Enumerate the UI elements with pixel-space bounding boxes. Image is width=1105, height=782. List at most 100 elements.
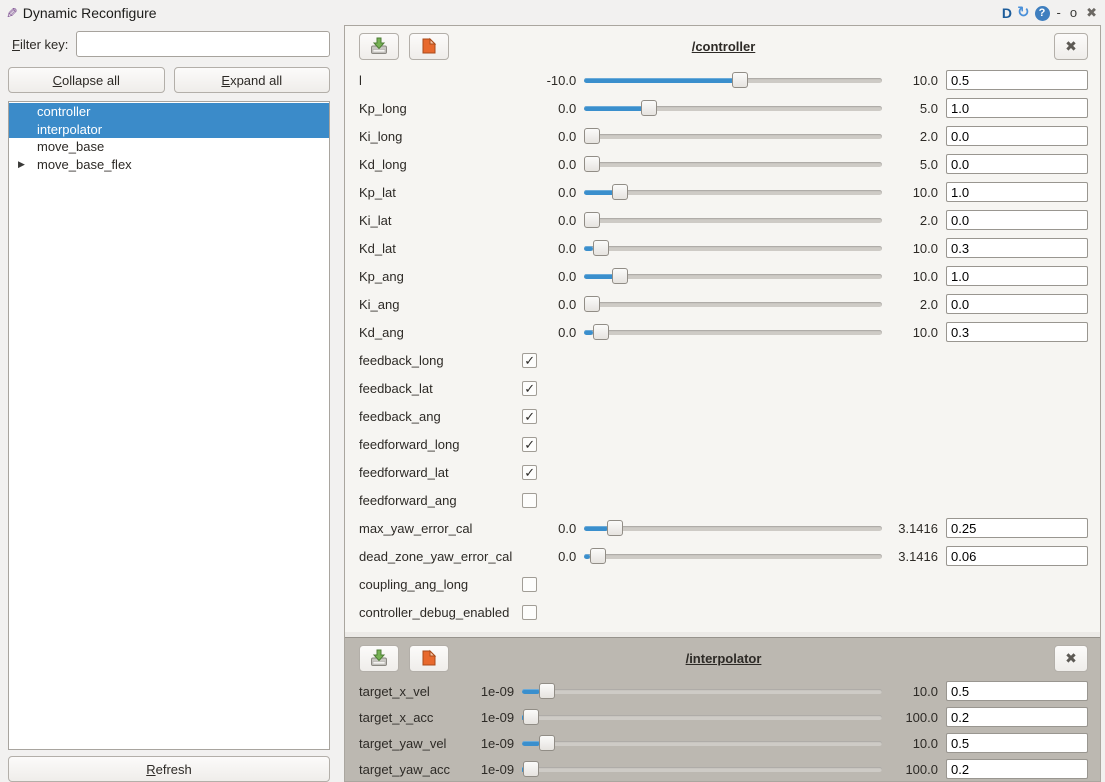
slider-handle[interactable]: [592, 324, 609, 340]
param-slider[interactable]: [584, 211, 882, 229]
minimize-button[interactable]: -: [1055, 5, 1063, 21]
collapse-all-button[interactable]: Collapse all: [8, 67, 165, 93]
param-checkbox[interactable]: [522, 576, 538, 592]
param-slider[interactable]: [522, 708, 882, 726]
slider-handle[interactable]: [522, 761, 539, 777]
param-slider[interactable]: [584, 99, 882, 117]
slider-groove[interactable]: [522, 689, 882, 694]
slider-groove[interactable]: [584, 190, 882, 195]
slider-groove[interactable]: [522, 767, 882, 772]
load-from-file-button[interactable]: [409, 644, 449, 672]
slider-handle[interactable]: [584, 296, 601, 312]
slider-handle[interactable]: [592, 240, 609, 256]
group-title-link[interactable]: /controller: [359, 39, 1088, 54]
save-to-file-button[interactable]: [359, 644, 399, 672]
slider-groove[interactable]: [584, 246, 882, 251]
slider-handle[interactable]: [589, 548, 606, 564]
param-value-input[interactable]: [946, 210, 1088, 230]
param-slider[interactable]: [584, 323, 882, 341]
slider-groove[interactable]: [584, 526, 882, 531]
group-title-link[interactable]: /interpolator: [359, 651, 1088, 666]
param-value-input[interactable]: [946, 266, 1088, 286]
param-checkbox[interactable]: ✓: [522, 352, 538, 368]
param-slider[interactable]: [584, 71, 882, 89]
expand-all-button[interactable]: Expand all: [173, 67, 330, 93]
load-from-file-button[interactable]: [409, 32, 449, 60]
slider-handle[interactable]: [606, 520, 623, 536]
param-slider[interactable]: [522, 734, 882, 752]
slider-handle[interactable]: [640, 100, 657, 116]
value-cell: [946, 733, 1088, 753]
slider-handle[interactable]: [584, 156, 601, 172]
slider-groove[interactable]: [584, 274, 882, 279]
param-checkbox[interactable]: ✓: [522, 436, 538, 452]
param-slider[interactable]: [584, 239, 882, 257]
param-value-input[interactable]: [946, 154, 1088, 174]
param-value-input[interactable]: [946, 707, 1088, 727]
param-label: Kp_long: [359, 100, 407, 116]
slider-handle[interactable]: [584, 128, 601, 144]
slider-groove[interactable]: [584, 554, 882, 559]
param-slider[interactable]: [584, 547, 882, 565]
slider-groove[interactable]: [584, 302, 882, 307]
slider-groove[interactable]: [584, 330, 882, 335]
param-value-input[interactable]: [946, 98, 1088, 118]
param-value-input[interactable]: [946, 681, 1088, 701]
slider-handle[interactable]: [539, 735, 556, 751]
param-slider[interactable]: [584, 295, 882, 313]
param-value-input[interactable]: [946, 322, 1088, 342]
slider-groove[interactable]: [522, 741, 882, 746]
param-value-input[interactable]: [946, 126, 1088, 146]
tree-item-controller[interactable]: controller: [9, 103, 329, 121]
filter-key-input[interactable]: [76, 31, 330, 57]
param-slider[interactable]: [584, 183, 882, 201]
param-value-input[interactable]: [946, 70, 1088, 90]
slider-groove[interactable]: [522, 715, 882, 720]
param-checkbox[interactable]: ✓: [522, 464, 538, 480]
param-value-input[interactable]: [946, 238, 1088, 258]
tree-item-interpolator[interactable]: interpolator: [9, 120, 329, 138]
dock-button[interactable]: D: [1002, 5, 1012, 21]
param-slider[interactable]: [584, 155, 882, 173]
value-cell: [946, 98, 1088, 118]
param-slider[interactable]: [584, 267, 882, 285]
restore-button[interactable]: o: [1068, 5, 1079, 21]
slider-handle[interactable]: [539, 683, 556, 699]
close-window-icon[interactable]: ✖: [1084, 5, 1097, 21]
param-slider[interactable]: [522, 682, 882, 700]
param-value-input[interactable]: [946, 733, 1088, 753]
slider-handle[interactable]: [732, 72, 749, 88]
param-checkbox[interactable]: [522, 604, 538, 620]
expander-icon[interactable]: ▶: [18, 156, 25, 174]
save-to-file-button[interactable]: [359, 32, 399, 60]
reload-icon[interactable]: ↻: [1017, 5, 1030, 21]
param-checkbox[interactable]: ✓: [522, 408, 538, 424]
slider-handle[interactable]: [522, 709, 539, 725]
close-group-icon[interactable]: ✖: [1054, 644, 1088, 672]
param-value-input[interactable]: [946, 546, 1088, 566]
slider-handle[interactable]: [612, 268, 629, 284]
param-value-input[interactable]: [946, 518, 1088, 538]
close-group-icon[interactable]: ✖: [1054, 32, 1088, 60]
slider-groove[interactable]: [584, 134, 882, 139]
slider-handle[interactable]: [584, 212, 601, 228]
param-max-value: 3.1416: [898, 548, 938, 564]
parameter-panel: /controller ✖ l -10.0 10.0 Kp_long 0.0 5.0 Ki_…: [344, 25, 1101, 782]
tree-item-move_base[interactable]: move_base: [9, 138, 329, 156]
param-min-value: 1e-09: [480, 709, 515, 725]
param-value-input[interactable]: [946, 294, 1088, 314]
param-checkbox[interactable]: ✓: [522, 380, 538, 396]
slider-handle[interactable]: [612, 184, 629, 200]
refresh-button[interactable]: Refresh: [8, 756, 330, 782]
parameter-group: /interpolator ✖ target_x_vel1e-0910.0tar…: [345, 637, 1100, 781]
help-icon[interactable]: ?: [1034, 5, 1050, 21]
param-slider[interactable]: [584, 519, 882, 537]
tree-item-move_base_flex[interactable]: ▶ move_base_flex: [9, 156, 329, 174]
slider-groove[interactable]: [584, 162, 882, 167]
param-slider[interactable]: [522, 760, 882, 778]
param-value-input[interactable]: [946, 759, 1088, 779]
param-value-input[interactable]: [946, 182, 1088, 202]
param-checkbox[interactable]: [522, 492, 538, 508]
slider-groove[interactable]: [584, 218, 882, 223]
param-slider[interactable]: [584, 127, 882, 145]
